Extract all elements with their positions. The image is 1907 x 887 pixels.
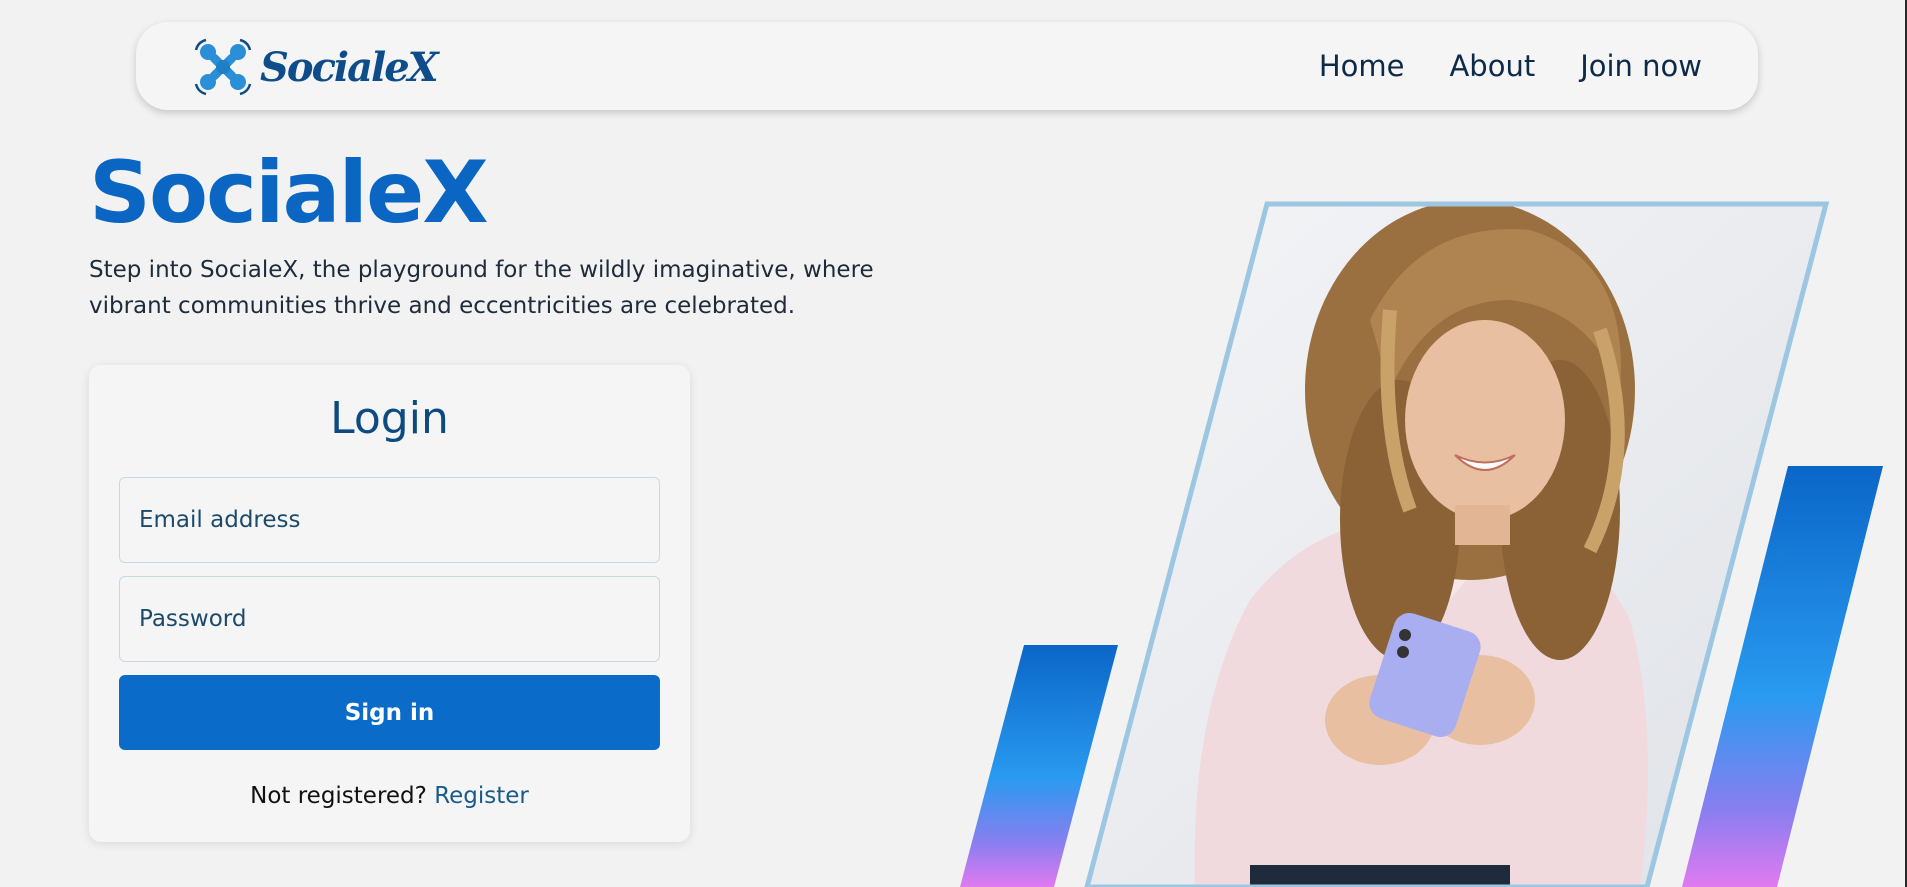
- nav-home-link[interactable]: Home: [1319, 49, 1405, 83]
- hero-description: Step into SocialeX, the playground for t…: [89, 257, 874, 319]
- password-field[interactable]: [119, 576, 660, 662]
- nav-join-link[interactable]: Join now: [1580, 49, 1702, 83]
- register-link[interactable]: Register: [434, 783, 529, 809]
- logo-text: SocialeX: [260, 43, 439, 91]
- login-title: Login: [330, 393, 449, 444]
- email-field[interactable]: [119, 477, 660, 563]
- register-prompt: Not registered?: [250, 783, 427, 809]
- navbar: SocialeX Home About Join now: [136, 22, 1758, 110]
- login-card: Login Sign in Not registered? Register: [89, 365, 690, 842]
- hero-image: [960, 201, 1883, 887]
- nav-links: Home About Join now: [1319, 22, 1702, 110]
- brand-logo[interactable]: SocialeX: [194, 36, 439, 98]
- nav-about-link[interactable]: About: [1449, 49, 1535, 83]
- register-line: Not registered? Register: [89, 783, 690, 809]
- sign-in-button[interactable]: Sign in: [119, 675, 660, 750]
- hero-title: SocialeX: [89, 143, 489, 243]
- drone-icon: [194, 38, 252, 96]
